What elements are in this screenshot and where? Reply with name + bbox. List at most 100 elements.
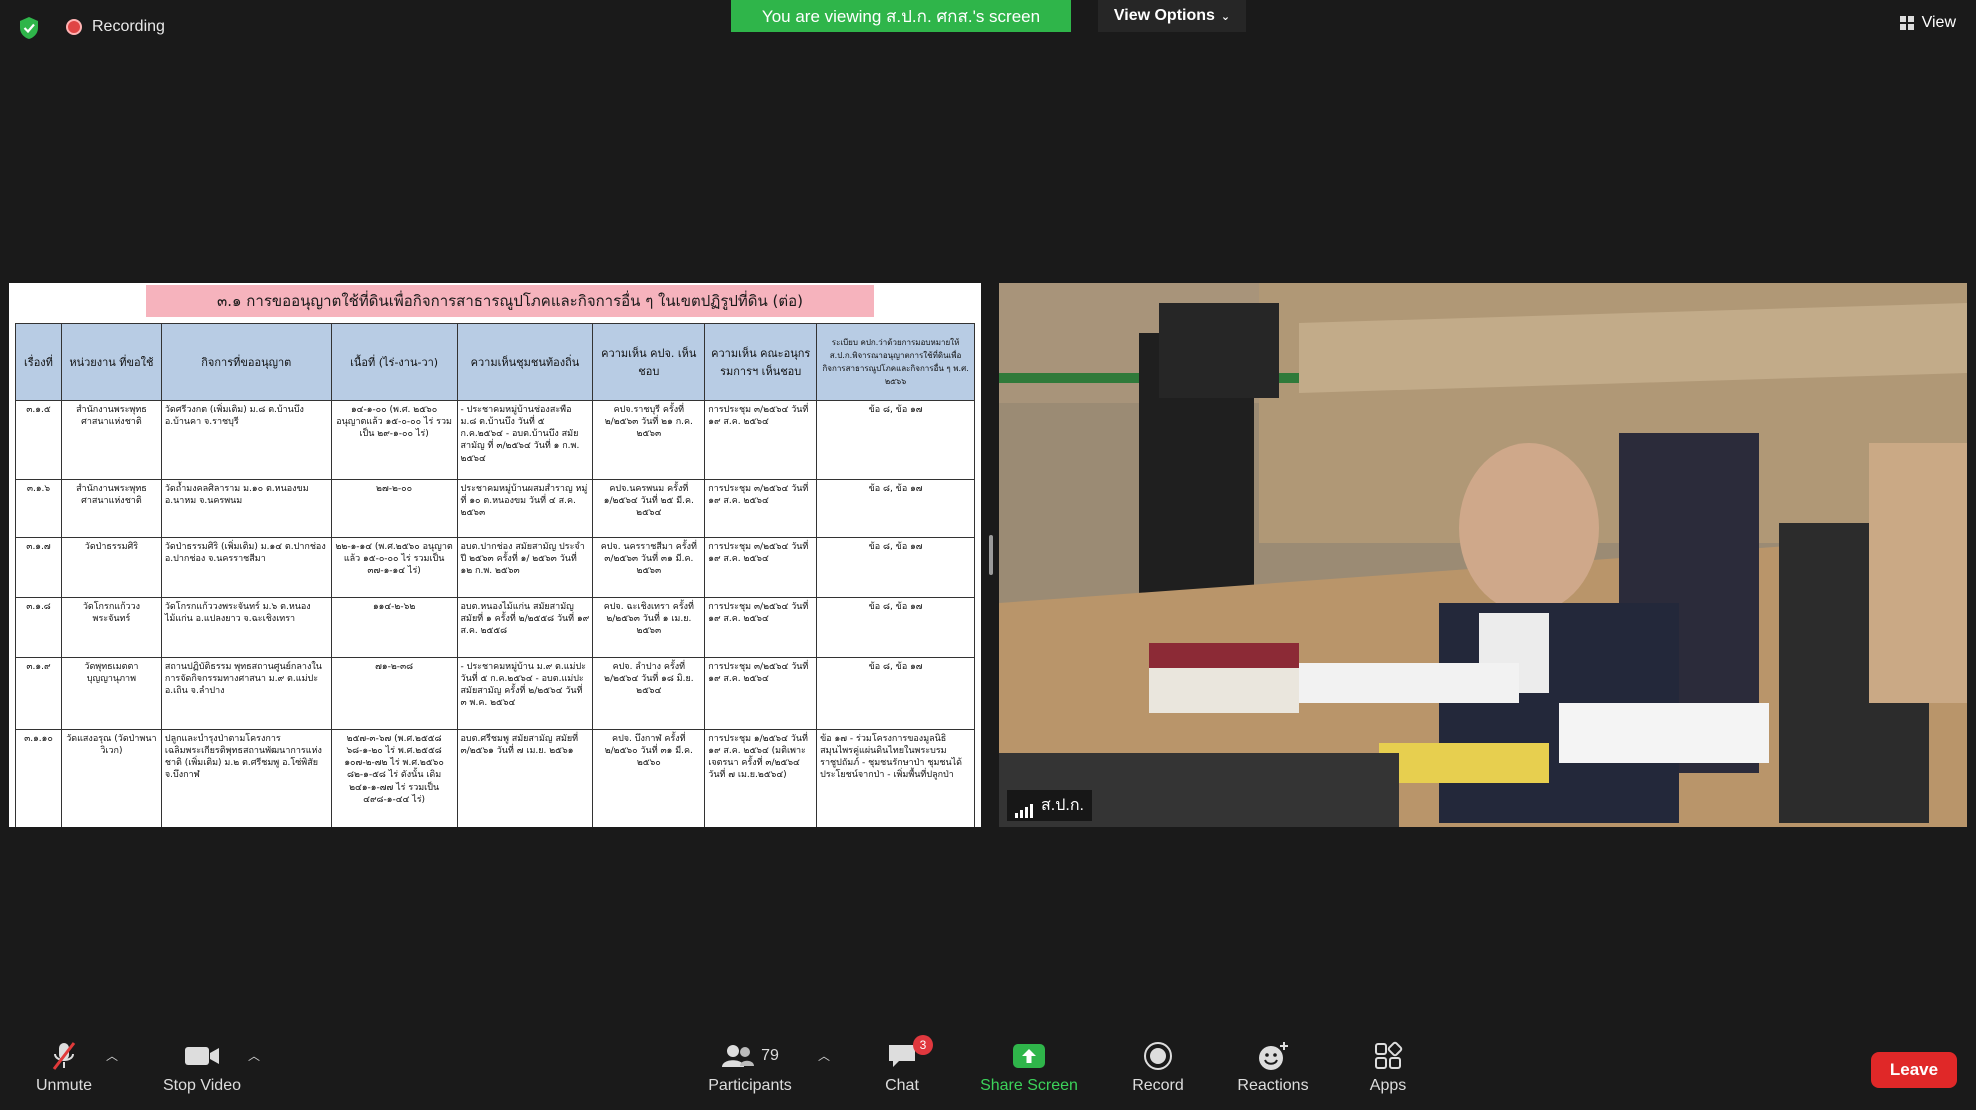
record-icon — [1144, 1042, 1172, 1070]
participants-options-caret[interactable]: ︿ — [818, 1047, 830, 1064]
stop-video-label: Stop Video — [163, 1077, 241, 1094]
column-header: กิจการที่ขออนุญาต — [160, 323, 332, 401]
participant-video-tile[interactable]: ส.ป.ก. — [999, 283, 1967, 827]
splitter-handle[interactable] — [989, 535, 993, 575]
table-cell: ข้อ ๑๗ - ร่วมโครงการของมูลนิธิสมุนไพรคู่… — [816, 729, 975, 827]
table-cell: ๓.๑.๘ — [15, 597, 62, 658]
chevron-down-icon: ⌄ — [1220, 10, 1231, 23]
table-cell: ๓.๑.๖ — [15, 479, 62, 538]
apps-icon — [1375, 1041, 1403, 1069]
signal-bars-icon — [1015, 804, 1033, 818]
table-cell: วัดป่าธรรมศิริ (เพิ่มเติม) ม.๑๔ ต.ปากช่อ… — [160, 537, 332, 598]
recording-dot-icon — [66, 19, 82, 35]
share-screen-label: Share Screen — [980, 1077, 1078, 1094]
recording-label: Recording — [92, 18, 165, 35]
table-cell: ข้อ ๘, ข้อ ๑๗ — [816, 537, 975, 598]
table-cell: - ประชาคมหมู่บ้าน ม.๙ ต.แม่ปะ วันที่ ๕ ก… — [456, 657, 594, 730]
participant-name-tag: ส.ป.ก. — [1007, 790, 1092, 821]
table-cell: อบต.หนองไม้แก่น สมัยสามัญ สมัยที่ ๑ ครั้… — [456, 597, 594, 658]
table-row: ๓.๑.๙ วัดพุทธเมตตาบุญญานุภาพ สถานปฏิบัติ… — [15, 657, 975, 730]
video-frame — [999, 283, 1967, 827]
table-cell: ๓.๑.๗ — [15, 537, 62, 598]
table-cell: ข้อ ๘, ข้อ ๑๗ — [816, 400, 975, 480]
table-cell: ข้อ ๘, ข้อ ๑๗ — [816, 657, 975, 730]
video-camera-icon — [185, 1047, 219, 1065]
meeting-toolbar: Unmute ︿ Stop Video ︿ 79 Participants ︿ — [0, 1035, 1976, 1110]
record-button[interactable]: Record — [1122, 1035, 1194, 1095]
chat-label: Chat — [885, 1077, 919, 1094]
participant-name: ส.ป.ก. — [1041, 797, 1084, 814]
audio-options-caret[interactable]: ︿ — [106, 1047, 118, 1064]
table-cell: ๗๑-๒-๓๘ — [330, 657, 458, 730]
table-row: ๓.๑.๑๐ วัดแสงอรุณ (วัดป่าพนาวิเวก) ปลูกแ… — [15, 729, 975, 827]
view-button[interactable]: View — [1899, 14, 1956, 32]
column-header: เนื้อที่ (ไร่-งาน-วา) — [330, 323, 458, 401]
reactions-icon — [1259, 1042, 1288, 1070]
document-table: เรื่องที่ หน่วยงาน ที่ขอใช้ กิจการที่ขออ… — [15, 323, 975, 827]
leave-button[interactable]: Leave — [1871, 1052, 1957, 1088]
table-cell: คปจ.ราชบุรี ครั้งที่ ๒/๒๕๖๓ วันที่ ๒๑ ก.… — [592, 400, 706, 480]
share-screen-button[interactable]: Share Screen — [974, 1035, 1084, 1095]
shared-screen[interactable]: ๓.๑ การขออนุญาตใช้ที่ดินเพื่อกิจการสาธาร… — [9, 283, 981, 827]
table-row: ๓.๑.๕ สำนักงานพระพุทธศาสนาแห่งชาติ วัดศร… — [15, 400, 975, 480]
participants-label: Participants — [708, 1077, 792, 1094]
table-cell: ๓.๑.๑๐ — [15, 729, 62, 827]
table-cell: สำนักงานพระพุทธศาสนาแห่งชาติ — [60, 400, 162, 480]
view-options-label: View Options — [1113, 7, 1215, 24]
table-cell: คปจ. บึงกาฬ ครั้งที่ ๒/๒๕๖๐ วันที่ ๓๑ มี… — [592, 729, 706, 827]
participants-icon — [722, 1045, 755, 1067]
column-header: ระเบียบ คปก.ว่าด้วยการมอบหมายให้ ส.ป.ก.พ… — [816, 323, 975, 401]
table-header-row: เรื่องที่ หน่วยงาน ที่ขอใช้ กิจการที่ขออ… — [15, 323, 975, 401]
table-cell: อบต.ปากช่อง สมัยสามัญ ประจำปี ๒๕๖๓ ครั้ง… — [456, 537, 594, 598]
document-title: ๓.๑ การขออนุญาตใช้ที่ดินเพื่อกิจการสาธาร… — [146, 285, 874, 317]
table-cell: การประชุม ๓/๒๕๖๔ วันที่ ๑๙ ส.ค. ๒๕๖๔ — [704, 657, 818, 730]
table-cell: คปจ. ฉะเชิงเทรา ครั้งที่ ๒/๒๕๖๓ วันที่ ๑… — [592, 597, 706, 658]
table-cell: คปจ.นครพนม ครั้งที่ ๑/๒๕๖๔ วันที่ ๒๕ มี.… — [592, 479, 706, 538]
unmute-button[interactable]: Unmute — [28, 1035, 100, 1095]
record-label: Record — [1132, 1077, 1184, 1094]
participants-button[interactable]: 79 Participants — [700, 1035, 800, 1095]
chat-badge: 3 — [913, 1035, 933, 1055]
table-cell: ๑๑๔-๒-๖๒ — [330, 597, 458, 658]
table-cell: วัดศรีวงกต (เพิ่มเติม) ม.๘ ต.บ้านบึง อ.บ… — [160, 400, 332, 480]
participants-count: 79 — [761, 1047, 779, 1064]
table-cell: การประชุม ๓/๒๕๖๔ วันที่ ๑๙ ส.ค. ๒๕๖๔ — [704, 597, 818, 658]
reactions-label: Reactions — [1237, 1077, 1309, 1094]
table-row: ๓.๑.๗ วัดป่าธรรมศิริ วัดป่าธรรมศิริ (เพิ… — [15, 537, 975, 598]
shield-icon[interactable] — [18, 16, 40, 40]
column-header: ความเห็น คปจ. เห็นชอบ — [592, 323, 706, 401]
apps-button[interactable]: Apps — [1360, 1035, 1416, 1095]
table-cell: วัดแสงอรุณ (วัดป่าพนาวิเวก) — [60, 729, 162, 827]
table-row: ๓.๑.๖ สำนักงานพระพุทธศาสนาแห่งชาติ วัดถ้… — [15, 479, 975, 538]
table-cell: คปจ. นครราชสีมา ครั้งที่ ๓/๒๕๖๓ วันที่ ๓… — [592, 537, 706, 598]
view-label: View — [1921, 14, 1956, 31]
column-header: หน่วยงาน ที่ขอใช้ — [60, 323, 162, 401]
share-screen-icon — [1013, 1044, 1045, 1068]
table-cell: การประชุม ๓/๒๕๖๔ วันที่ ๑๙ ส.ค. ๒๕๖๔ — [704, 537, 818, 598]
table-cell: คปจ. ลำปาง ครั้งที่ ๒/๒๕๖๔ วันที่ ๑๘ มิ.… — [592, 657, 706, 730]
table-cell: ๑๔-๑-๐๐ (พ.ศ. ๒๕๖๐ อนุญาตแล้ว ๑๕-๐-๐๐ ไร… — [330, 400, 458, 480]
table-cell: สถานปฏิบัติธรรม พุทธสถานศูนย์กลางในการจั… — [160, 657, 332, 730]
table-cell: ๒๕๗-๓-๖๗ (พ.ศ.๒๕๕๘ ๖๘-๑-๒๐ ไร่ พ.ศ.๒๕๕๘ … — [330, 729, 458, 827]
table-cell: ๓.๑.๙ — [15, 657, 62, 730]
view-options-button[interactable]: View Options ⌄ — [1098, 0, 1246, 32]
table-cell: - ประชาคมหมู่บ้านช่องสะพือ ม.๘ ต.บ้านบึง… — [456, 400, 594, 480]
apps-label: Apps — [1369, 1077, 1407, 1094]
grid-view-icon — [1899, 16, 1914, 30]
muted-mic-icon — [52, 1042, 76, 1070]
stop-video-button[interactable]: Stop Video — [152, 1035, 252, 1095]
table-cell: วัดป่าธรรมศิริ — [60, 537, 162, 598]
recording-indicator[interactable]: Recording — [66, 18, 165, 36]
table-cell: การประชุม ๓/๒๕๖๔ วันที่ ๑๙ ส.ค. ๒๕๖๔ — [704, 400, 818, 480]
column-header: ความเห็น คณะอนุกรรมการฯ เห็นชอบ — [704, 323, 818, 401]
table-cell: การประชุม ๑/๒๕๖๔ วันที่ ๑๙ ส.ค. ๒๕๖๔ (มต… — [704, 729, 818, 827]
table-cell: ๓.๑.๕ — [15, 400, 62, 480]
table-cell: ข้อ ๘, ข้อ ๑๗ — [816, 479, 975, 538]
table-cell: ๒๒-๑-๑๔ (พ.ศ.๒๕๖๐ อนุญาตแล้ว ๑๕-๐-๐๐ ไร่… — [330, 537, 458, 598]
reactions-button[interactable]: Reactions — [1230, 1035, 1316, 1095]
chat-button[interactable]: 3 Chat — [870, 1035, 934, 1095]
table-cell: สำนักงานพระพุทธศาสนาแห่งชาติ — [60, 479, 162, 538]
table-cell: ประชาคมหมู่บ้านผสมสำราญ หมู่ที่ ๑๐ ต.หนอ… — [456, 479, 594, 538]
video-options-caret[interactable]: ︿ — [248, 1047, 260, 1064]
viewing-banner: You are viewing ส.ป.ก. ศกส.'s screen — [731, 0, 1071, 32]
